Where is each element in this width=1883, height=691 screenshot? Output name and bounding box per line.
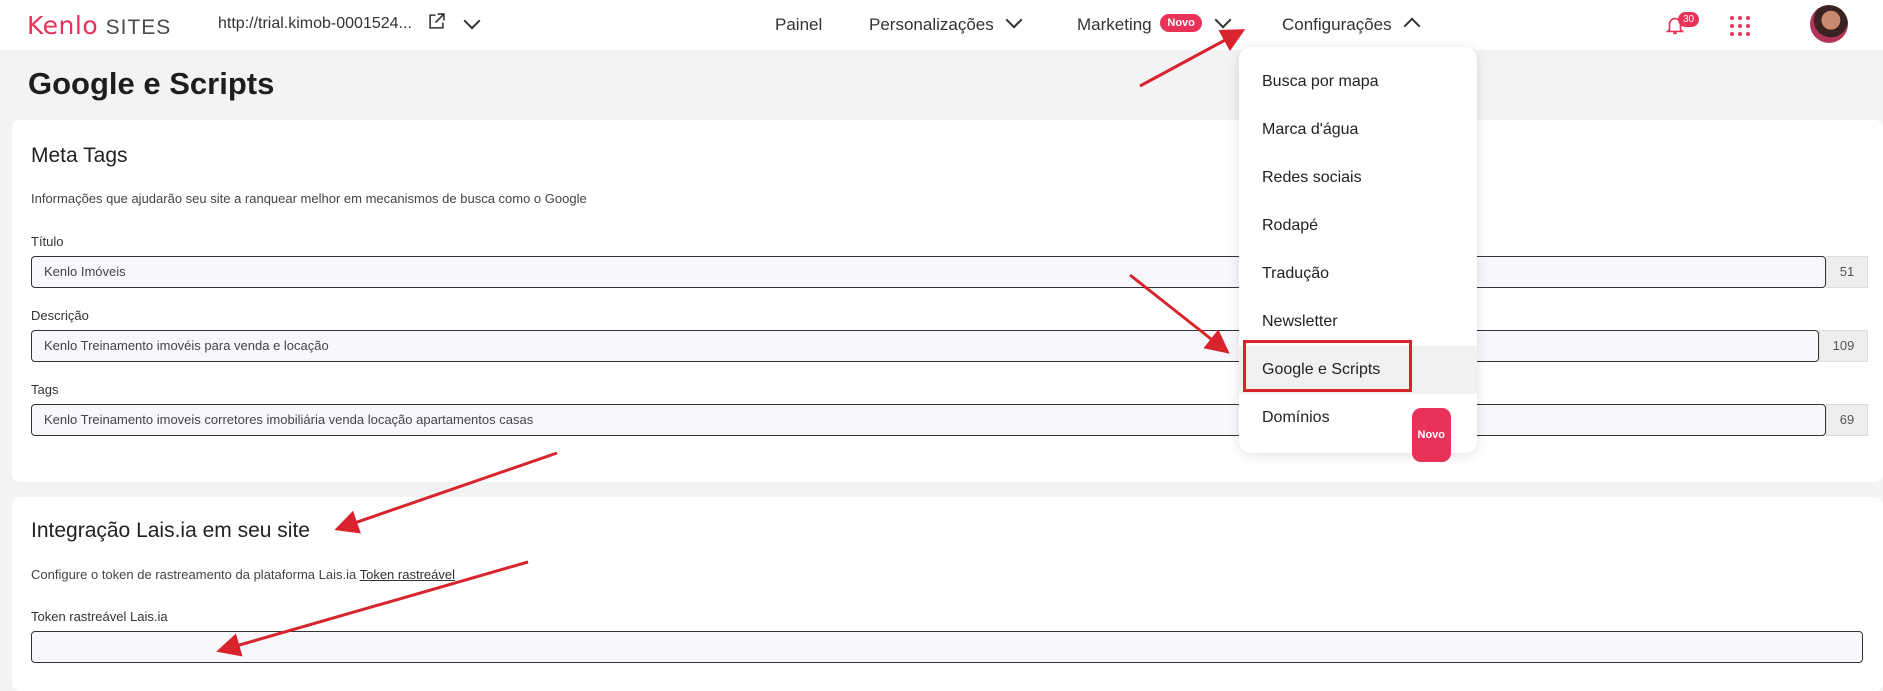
annotation-arrows: [216, 29, 1246, 657]
arrow-to-google-scripts: [1129, 273, 1230, 354]
arrow-to-lais-input: [216, 560, 529, 657]
arrow-to-configuracoes: [1139, 29, 1246, 88]
arrow-to-lais-title: [334, 451, 558, 534]
